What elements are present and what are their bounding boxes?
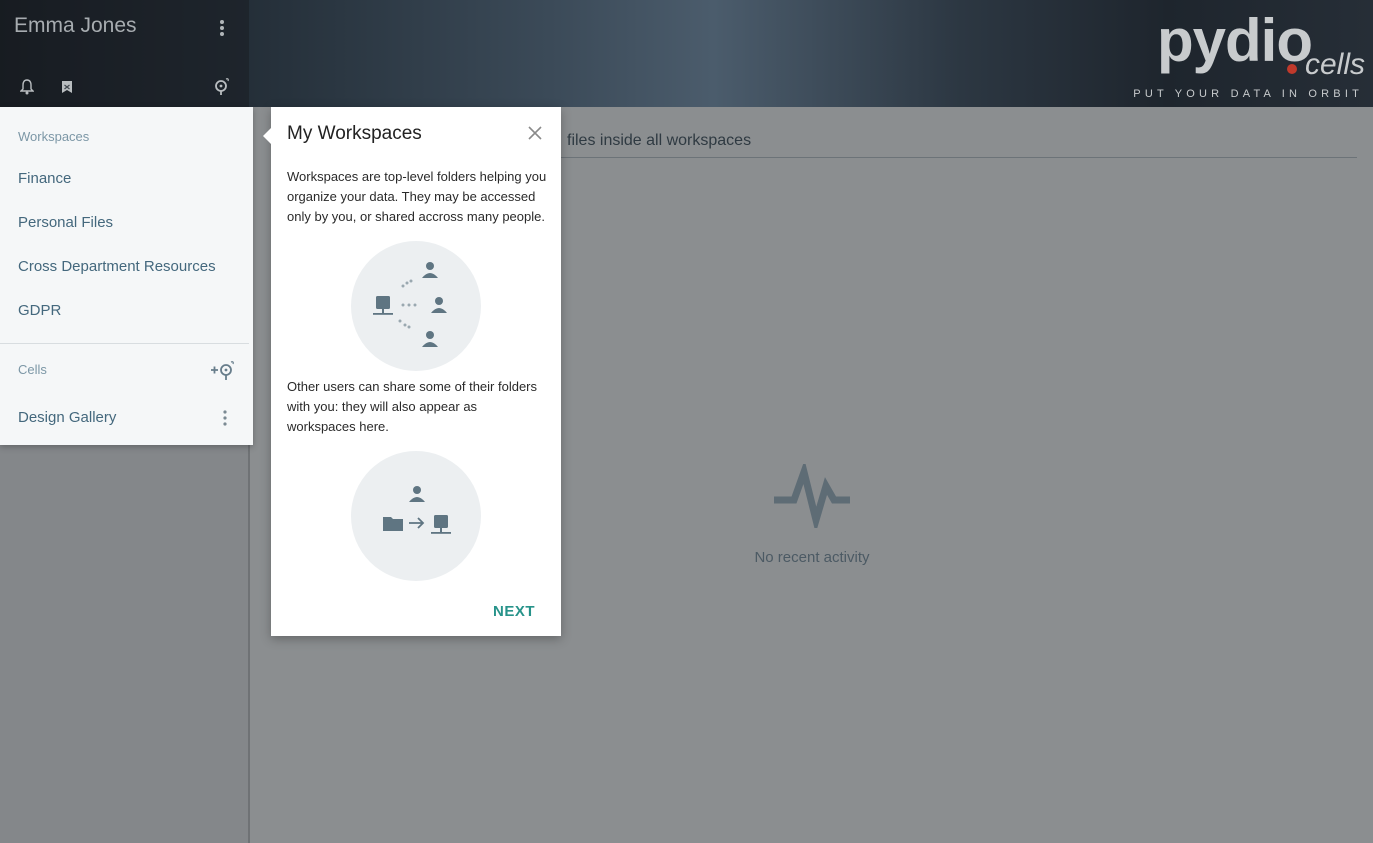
sidebar-item-gdpr[interactable]: GDPR (18, 302, 61, 319)
tour-popup: My Workspaces Workspaces are top-level f… (263, 107, 561, 636)
activity-icon (774, 464, 850, 528)
user-name[interactable]: Emma Jones (14, 14, 137, 38)
popup-text-shared: Other users can share some of their fold… (287, 379, 538, 434)
sidebar-item-personal-files[interactable]: Personal Files (18, 214, 113, 231)
share-folder-illustration (351, 451, 481, 581)
cells-icon[interactable] (212, 76, 232, 96)
close-icon[interactable] (526, 124, 544, 142)
pydio-cells-logo: pydio cells PUT YOUR DATA IN ORBIT (1127, 4, 1367, 102)
sidebar-item-cross-department-resources[interactable]: Cross Department Resources (18, 258, 216, 275)
workspaces-section-title: Workspaces (18, 129, 90, 144)
popup-title: My Workspaces (287, 123, 422, 144)
cell-menu-dots-icon[interactable] (220, 409, 230, 427)
logo-tagline: PUT YOUR DATA IN ORBIT (1133, 88, 1363, 100)
next-button[interactable]: NEXT (493, 603, 535, 620)
add-cell-button[interactable] (210, 359, 238, 381)
empty-activity-label: No recent activity (754, 549, 870, 566)
app-header: Emma Jones pydio cells PUT YOUR DATA IN … (0, 0, 1373, 107)
logo-sub: cells (1304, 48, 1365, 81)
popup-pointer (263, 127, 272, 145)
bell-icon[interactable] (18, 78, 36, 96)
user-header: Emma Jones (0, 0, 249, 107)
workspaces-panel: Workspaces Finance Personal Files Cross … (0, 107, 253, 445)
cells-section-title: Cells (18, 362, 47, 377)
bookmark-icon[interactable] (58, 78, 76, 96)
search-underline (550, 157, 1357, 158)
menu-dots-icon[interactable] (212, 17, 232, 39)
logo-dot (1287, 64, 1297, 74)
search-input[interactable]: files inside all workspaces (567, 132, 751, 150)
shared-workspace-illustration (351, 241, 481, 371)
sidebar-item-design-gallery[interactable]: Design Gallery (18, 409, 116, 426)
section-divider (0, 343, 249, 344)
popup-text-intro: Workspaces are top-level folders helping… (287, 169, 547, 224)
sidebar-item-finance[interactable]: Finance (18, 170, 71, 187)
